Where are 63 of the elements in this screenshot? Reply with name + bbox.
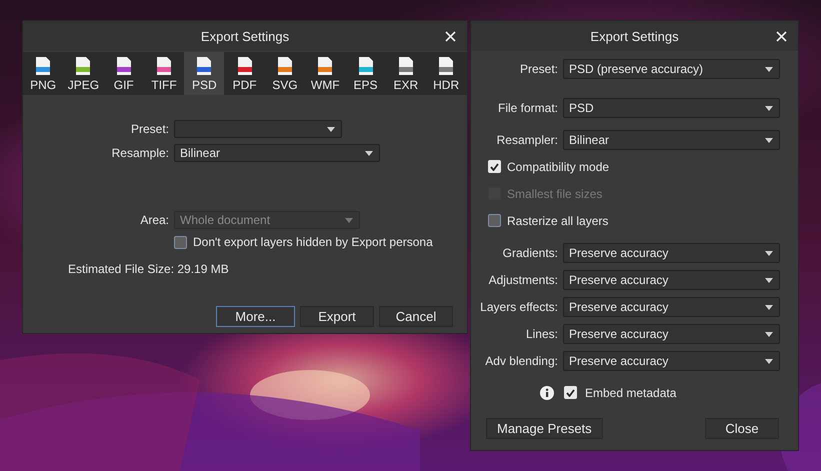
- field-label: Area:: [140, 213, 169, 227]
- field-label: Resampler:: [496, 133, 558, 147]
- checkbox-label: Don't export layers hidden by Export persona: [193, 235, 433, 249]
- info-icon: [540, 386, 554, 400]
- dropdown[interactable]: Preserve accuracy: [563, 270, 780, 290]
- checkbox-label: Rasterize all layers: [507, 214, 608, 228]
- dropdown[interactable]: PSD: [563, 98, 780, 118]
- format-tab[interactable]: EPS: [345, 52, 386, 95]
- dialog-button[interactable]: Close: [705, 418, 779, 439]
- dropdown[interactable]: Preserve accuracy: [563, 351, 780, 371]
- close-icon: [776, 31, 787, 42]
- field-label: Adjustments:: [488, 273, 558, 287]
- dialog-button[interactable]: Export: [300, 306, 374, 327]
- field-label: Preset:: [130, 122, 169, 136]
- dropdown[interactable]: Preserve accuracy: [563, 243, 780, 263]
- field-label: Layers effects:: [480, 300, 558, 314]
- checkbox[interactable]: [488, 214, 501, 227]
- caret-icon: [327, 126, 335, 132]
- format-tab[interactable]: PSD: [184, 52, 224, 95]
- format-tab[interactable]: SVG: [264, 52, 306, 95]
- caret-icon: [765, 106, 773, 110]
- close-button[interactable]: [444, 30, 457, 43]
- format-tab[interactable]: GIF: [104, 52, 144, 95]
- format-tab[interactable]: WMF: [305, 52, 346, 95]
- checkbox-label: Compatibility mode: [507, 160, 610, 174]
- caret-icon: [765, 66, 773, 72]
- dialog-button[interactable]: Cancel: [379, 306, 453, 327]
- field-label: Preset:: [520, 62, 558, 76]
- format-tab[interactable]: JPEG: [63, 52, 104, 95]
- dialog-button[interactable]: More...: [216, 306, 295, 327]
- dialog-button[interactable]: Manage Presets: [486, 418, 603, 439]
- checkbox[interactable]: [174, 236, 187, 248]
- format-tab[interactable]: HDR: [426, 52, 466, 95]
- checkmark-icon: [566, 388, 575, 396]
- dropdown[interactable]: Bilinear: [563, 130, 780, 150]
- caret-icon: [345, 218, 353, 222]
- field-label: File format:: [498, 101, 558, 115]
- field-label: Adv blending:: [485, 354, 558, 368]
- caret-icon: [765, 358, 773, 364]
- checkmark-icon: [490, 162, 499, 170]
- caret-icon: [765, 332, 773, 336]
- field-label: Lines:: [526, 327, 558, 341]
- window-title: Export Settings: [200, 28, 290, 44]
- checkbox-label: Smallest file sizes: [507, 186, 602, 200]
- dropdown[interactable]: PSD (preserve accuracy): [563, 59, 780, 79]
- checkbox-label: Embed metadata: [585, 386, 676, 400]
- caret-icon: [765, 250, 773, 256]
- dropdown[interactable]: Preserve accuracy: [563, 297, 780, 317]
- dropdown[interactable]: Bilinear: [174, 144, 380, 162]
- format-tab[interactable]: EXR: [386, 52, 426, 95]
- caret-icon: [765, 304, 773, 310]
- field-label: Resample:: [112, 146, 169, 160]
- format-tab[interactable]: PDF: [224, 52, 265, 95]
- close-button[interactable]: [775, 30, 788, 43]
- caret-icon: [765, 278, 773, 282]
- field-label: Gradients:: [502, 246, 558, 260]
- window-title: Export Settings: [590, 28, 679, 44]
- caret-icon: [765, 138, 773, 142]
- format-tab[interactable]: TIFF: [144, 52, 184, 95]
- close-icon: [445, 31, 456, 42]
- file-size-text: Estimated File Size: 29.19 MB: [68, 262, 230, 276]
- dropdown[interactable]: Preserve accuracy: [563, 324, 780, 344]
- format-tab[interactable]: PNG: [23, 52, 64, 95]
